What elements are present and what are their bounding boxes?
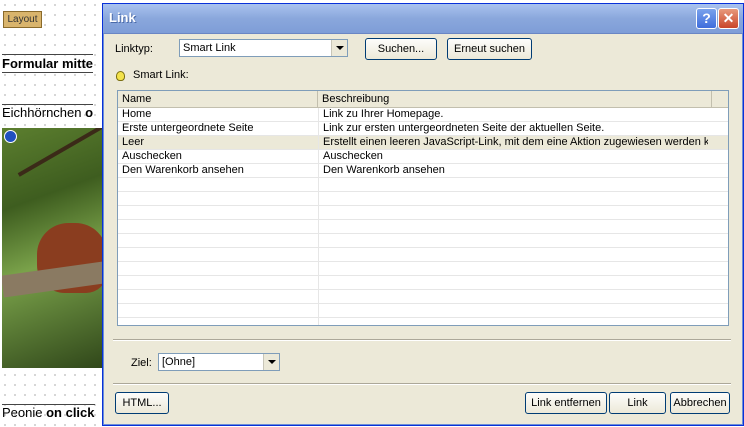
squirrel-caption-bold: o <box>85 105 94 120</box>
peony-caption-prefix: Peonie <box>2 405 47 420</box>
smart-link-list[interactable]: Name Beschreibung Home Link zu Ihrer Home… <box>117 90 729 326</box>
peony-caption: Peonie on click <box>2 404 95 420</box>
linktype-value: Smart Link <box>183 42 236 54</box>
remove-link-button[interactable]: Link entfernen <box>525 392 607 414</box>
cancel-button[interactable]: Abbrechen <box>670 392 730 414</box>
dialog-title: Link <box>109 10 136 25</box>
empty-row <box>118 206 728 220</box>
help-button[interactable]: ? <box>696 8 717 29</box>
chevron-down-icon[interactable] <box>263 354 279 370</box>
empty-row <box>118 234 728 248</box>
search-again-button[interactable]: Erneut suchen <box>447 38 532 60</box>
separator-bottom <box>113 383 731 385</box>
squirrel-photo[interactable] <box>2 128 102 368</box>
column-header-name[interactable]: Name <box>118 91 318 107</box>
column-header-description[interactable]: Beschreibung <box>318 91 712 107</box>
photo-branch <box>17 128 102 177</box>
search-button[interactable]: Suchen... <box>365 38 437 60</box>
peony-caption-bold: on click <box>46 405 95 420</box>
list-item[interactable]: Auschecken Auschecken <box>118 150 728 164</box>
list-item-name: Den Warenkorb ansehen <box>122 164 244 176</box>
target-value: [Ohne] <box>162 356 196 368</box>
list-item-name: Erste untergeordnete Seite <box>122 122 254 134</box>
empty-row <box>118 276 728 290</box>
close-icon: ✕ <box>722 10 735 26</box>
link-button[interactable]: Link <box>609 392 666 414</box>
list-item-description: Erstellt einen leeren JavaScript-Link, m… <box>318 136 708 149</box>
empty-row <box>118 290 728 304</box>
list-item-name: Home <box>122 108 152 120</box>
close-button[interactable]: ✕ <box>718 8 739 29</box>
list-item-name: Leer <box>122 136 145 148</box>
list-item-description: Auschecken <box>318 150 708 163</box>
separator-top <box>113 339 731 341</box>
list-item-name: Auschecken <box>122 150 182 162</box>
dialog-titlebar[interactable]: Link ? ✕ <box>103 4 743 34</box>
empty-row <box>118 304 728 318</box>
empty-row <box>118 192 728 206</box>
list-item-description: Den Warenkorb ansehen <box>318 164 708 177</box>
linktype-select[interactable]: Smart Link <box>179 39 348 57</box>
empty-row <box>118 178 728 192</box>
smart-link-info-label: Smart Link: <box>133 69 189 81</box>
list-item-description: Link zur ersten untergeordneten Seite de… <box>318 122 708 135</box>
html-button[interactable]: HTML... <box>115 392 169 414</box>
empty-row <box>118 248 728 262</box>
squirrel-caption-prefix: Eichhörnchen <box>2 105 86 120</box>
empty-row <box>118 262 728 276</box>
list-item-description: Link zu Ihrer Homepage. <box>318 108 708 121</box>
squirrel-caption: Eichhörnchen o <box>2 104 94 120</box>
target-select[interactable]: [Ohne] <box>158 353 280 371</box>
list-item[interactable]: Leer Erstellt einen leeren JavaScript-Lin… <box>118 136 728 150</box>
link-dialog: Link ? ✕ Linktyp: Smart Link Suchen... E… <box>102 3 744 426</box>
list-item[interactable]: Home Link zu Ihrer Homepage. <box>118 108 728 122</box>
chevron-down-icon[interactable] <box>331 40 347 56</box>
list-rows: Home Link zu Ihrer Homepage. Erste unterge… <box>118 108 728 318</box>
target-label: Ziel: <box>131 357 152 369</box>
form-heading-text: Formular mitte <box>2 54 94 73</box>
list-item[interactable]: Erste untergeordnete Seite Link zur erste… <box>118 122 728 136</box>
layout-tag[interactable]: Layout <box>3 11 42 28</box>
lightbulb-icon <box>116 71 125 81</box>
list-item[interactable]: Den Warenkorb ansehen Den Warenkorb anseh… <box>118 164 728 178</box>
linktype-label: Linktyp: <box>115 43 153 55</box>
list-header: Name Beschreibung <box>118 91 728 108</box>
link-marker-icon[interactable] <box>4 130 17 143</box>
empty-row <box>118 220 728 234</box>
help-icon: ? <box>702 10 711 26</box>
